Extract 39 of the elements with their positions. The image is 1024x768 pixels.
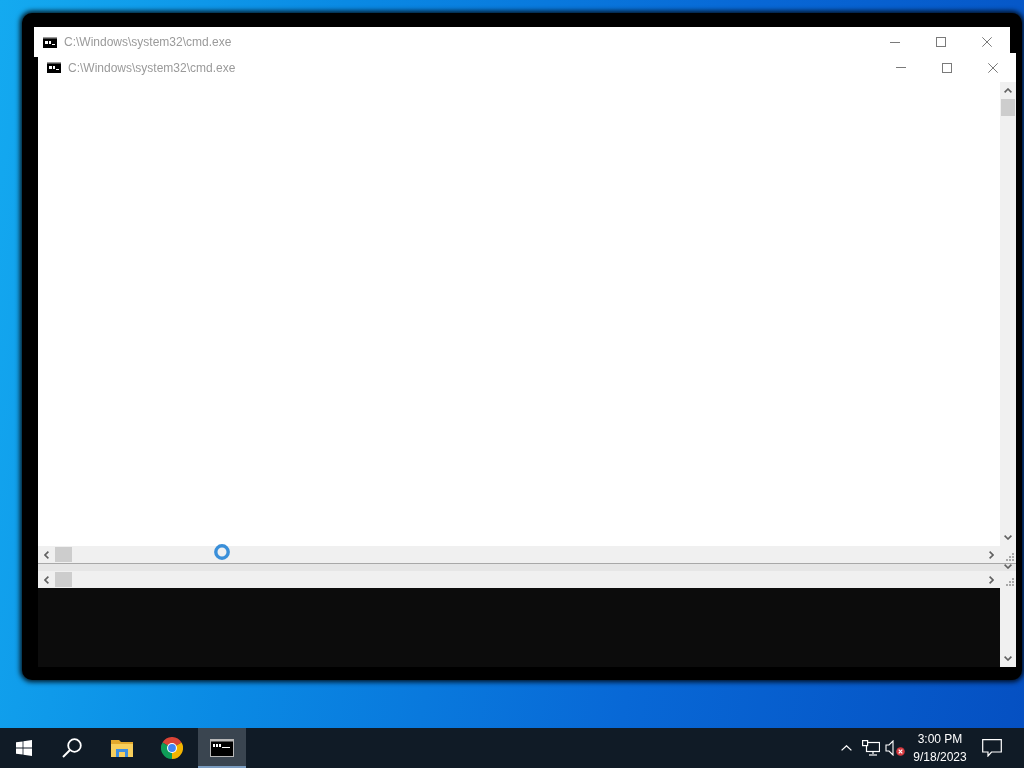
monitor-icon[interactable] xyxy=(862,740,880,756)
taskbar-app-button[interactable] xyxy=(198,728,246,768)
search-icon xyxy=(62,738,82,758)
window-title: C:\Windows\system32\cmd.exe xyxy=(64,35,232,49)
horizontal-scrollbar[interactable] xyxy=(38,546,1016,563)
console-icon xyxy=(43,36,57,48)
browser-icon xyxy=(161,737,183,759)
chevron-left-icon xyxy=(44,550,49,559)
clock[interactable]: 3:00 PM 9/18/2023 xyxy=(906,728,974,768)
close-icon xyxy=(988,62,998,73)
chevron-right-icon xyxy=(989,575,994,584)
chevron-right-icon xyxy=(989,550,994,559)
speech-bubble-icon[interactable] xyxy=(982,739,1002,757)
console-icon xyxy=(47,62,61,73)
scrollbar-thumb[interactable] xyxy=(1001,99,1015,116)
size-grip-icon xyxy=(1006,578,1014,586)
chevron-left-icon xyxy=(44,575,49,584)
windows-logo-icon xyxy=(16,740,32,756)
minimize-icon xyxy=(896,67,906,68)
vertical-scrollbar[interactable] xyxy=(1000,82,1016,546)
maximize-icon xyxy=(936,37,946,47)
window-title: C:\Windows\system32\cmd.exe xyxy=(68,60,236,75)
speaker-error-icon[interactable] xyxy=(885,740,905,756)
chevron-down-icon xyxy=(1004,535,1012,540)
chevron-down-icon xyxy=(1004,656,1012,661)
folder-icon xyxy=(111,739,133,757)
size-grip-icon xyxy=(1006,553,1014,561)
close-icon xyxy=(982,37,992,47)
scrollbar-thumb[interactable] xyxy=(55,547,72,562)
horizontal-scrollbar[interactable] xyxy=(38,571,1016,588)
chevron-up-icon xyxy=(1004,88,1012,93)
console-icon xyxy=(210,739,234,757)
scrollbar-thumb[interactable] xyxy=(55,572,72,587)
chevron-up-icon[interactable] xyxy=(840,745,852,751)
vertical-scrollbar[interactable] xyxy=(1000,588,1016,667)
chevron-down-icon xyxy=(1004,564,1012,569)
maximize-icon xyxy=(942,62,952,73)
minimize-icon xyxy=(890,41,900,43)
busy-cursor-icon xyxy=(214,544,230,560)
